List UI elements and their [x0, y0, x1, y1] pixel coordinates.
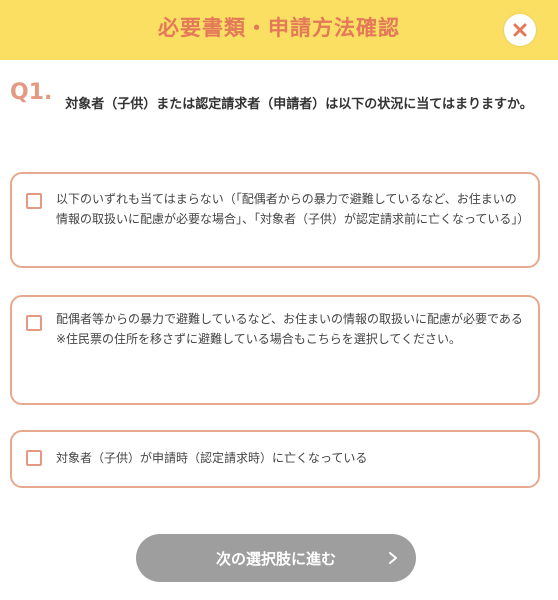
- next-button-label: 次の選択肢に進む: [215, 550, 336, 568]
- modal-title: 必要書類・申請方法確認: [158, 16, 400, 40]
- option-domestic-violence[interactable]: 配偶者等からの暴力で避難しているなど、お住まいの情報の取扱いに配慮が必要である …: [10, 295, 540, 405]
- option-label-group: 配偶者等からの暴力で避難しているなど、お住まいの情報の取扱いに配慮が必要である …: [56, 309, 524, 349]
- next-button[interactable]: 次の選択肢に進む: [136, 534, 416, 582]
- chevron-right-icon: [389, 552, 397, 564]
- question-text: 対象者（子供）または認定請求者（申請者）は以下の状況に当てはまりますか。: [65, 97, 533, 112]
- option-note: ※住民票の住所を移さずに避難している場合もこちらを選択してください。: [56, 332, 461, 346]
- option-label: 対象者（子供）が申請時（認定請求時）に亡くなっている: [56, 451, 368, 465]
- option-label: 配偶者等からの暴力で避難しているなど、お住まいの情報の取扱いに配慮が必要である: [56, 312, 523, 326]
- modal-header: 必要書類・申請方法確認: [0, 0, 558, 60]
- close-button[interactable]: [504, 14, 536, 46]
- option-label: 以下のいずれも当てはまらない（「配偶者からの暴力で避難しているなど、お住まいの情…: [56, 192, 530, 226]
- checkbox[interactable]: [26, 450, 42, 466]
- close-icon: [513, 23, 527, 37]
- option-deceased[interactable]: 対象者（子供）が申請時（認定請求時）に亡くなっている: [10, 430, 540, 488]
- question-number: Q1.: [10, 80, 53, 105]
- checkbox[interactable]: [26, 315, 42, 331]
- checkbox[interactable]: [26, 193, 42, 209]
- option-none-apply[interactable]: 以下のいずれも当てはまらない（「配偶者からの暴力で避難しているなど、お住まいの情…: [10, 172, 540, 268]
